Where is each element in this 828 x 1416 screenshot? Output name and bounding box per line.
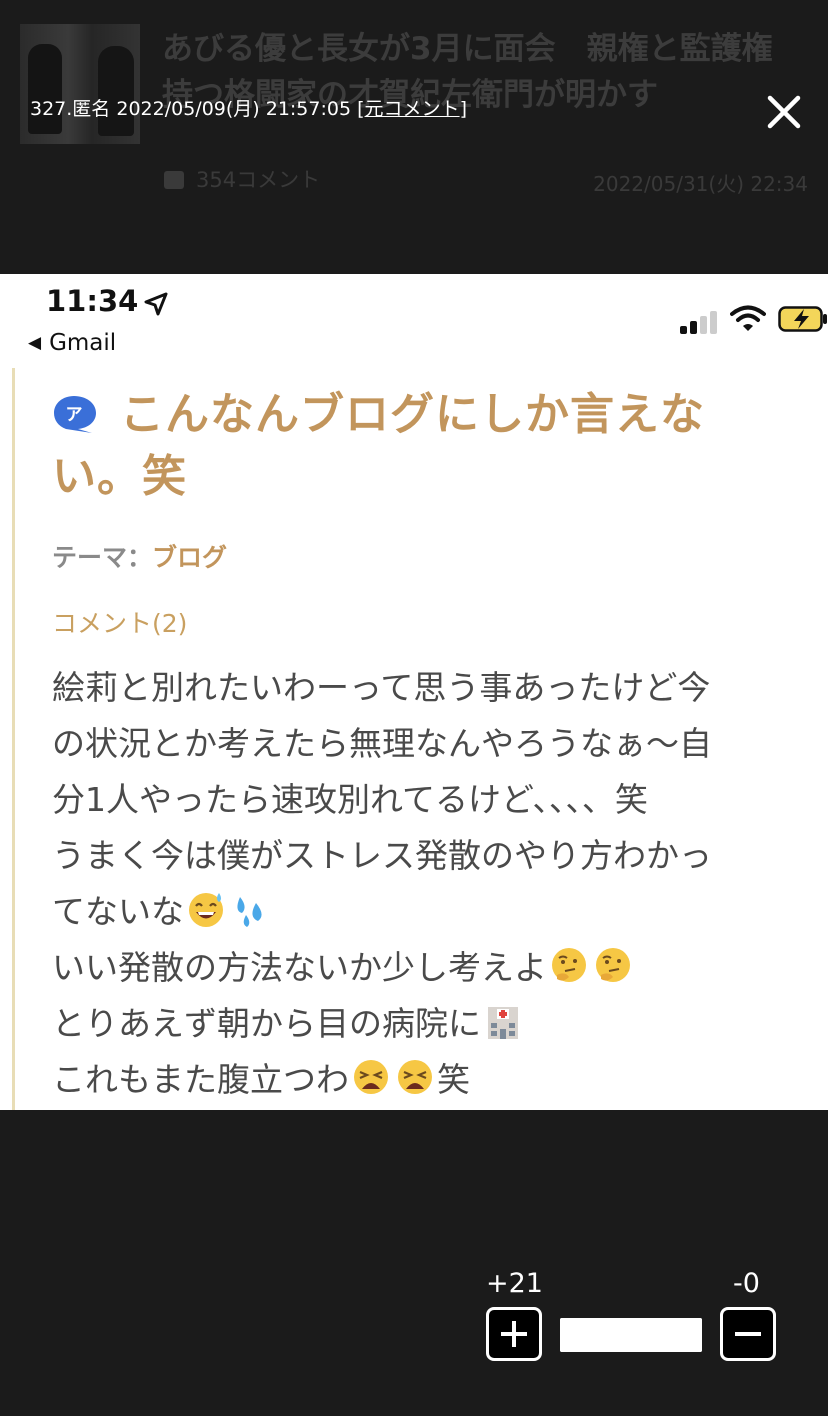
comment-meta: 327.匿名 2022/05/09(月) 21:57:05 [元コメント] xyxy=(30,94,467,121)
minus-icon xyxy=(735,1332,761,1336)
body-line-with-emoji: とりあえず朝から目の病院に xyxy=(52,996,802,1052)
comment-timestamp: 2022/05/09(月) 21:57:05 xyxy=(116,98,352,120)
theme-row: テーマ：ブログ xyxy=(52,538,227,574)
original-comment-link-wrapper: [元コメント] xyxy=(357,98,467,120)
plus-vote-count: +21 xyxy=(486,1268,543,1299)
sweat-smile-emoji-icon xyxy=(189,893,223,927)
body-line: うまく今は僕がストレス発散のやり方わかっ xyxy=(52,836,712,875)
battery-charging-icon xyxy=(778,306,827,332)
thinking-face-emoji-icon xyxy=(596,948,630,982)
status-time: 11:34 xyxy=(46,284,139,318)
sweat-droplets-emoji-icon xyxy=(237,897,262,927)
article-comment-count: 354コメント xyxy=(164,164,320,194)
wifi-icon xyxy=(730,305,766,331)
weary-face-emoji-icon xyxy=(398,1060,432,1094)
hospital-emoji-icon xyxy=(488,1007,518,1039)
minus-vote-count: -0 xyxy=(733,1268,760,1299)
blog-title: こんなんブログにしか言えない。笑 xyxy=(52,389,705,502)
comment-number-author: 327.匿名 xyxy=(30,98,111,120)
article-comment-count-label: 354コメント xyxy=(196,168,321,192)
original-comment-link[interactable]: 元コメント xyxy=(365,98,460,120)
body-line: とりあえず朝から目の病院に xyxy=(52,1004,481,1043)
body-line-with-emoji: いい発散の方法ないか少し考えよ xyxy=(52,940,802,996)
theme-label: テーマ： xyxy=(52,543,153,572)
blog-body: 絵莉と別れたいわーって思う事あったけど今 の状況とか考えたら無理なんやろうなぁ〜… xyxy=(52,660,802,1108)
body-line: これもまた腹立つわ xyxy=(52,1060,349,1099)
theme-value: ブログ xyxy=(152,543,228,572)
background-article: あびる優と長女が3月に面会 親権と監護権持つ格闘家の才賀紀左衛門が明かす 354… xyxy=(0,0,828,274)
body-line: の状況とか考えたら無理なんやろうなぁ〜自 xyxy=(52,724,712,763)
location-arrow-icon xyxy=(144,292,168,316)
body-line: 絵莉と別れたいわーって思う事あったけど今 xyxy=(52,668,711,707)
body-line-with-emoji: てないな xyxy=(52,884,802,940)
close-icon xyxy=(767,95,801,129)
back-app-label: Gmail xyxy=(49,330,117,356)
body-line: 分1人やったら速攻別れてるけど、、、、笑 xyxy=(52,780,648,819)
body-line: いい発散の方法ないか少し考えよ xyxy=(52,948,547,987)
body-line-with-emoji: これもまた腹立つわ 笑 xyxy=(52,1052,802,1108)
vote-ratio-bar xyxy=(560,1318,702,1352)
thinking-face-emoji-icon xyxy=(552,948,586,982)
back-triangle-icon: ◀ xyxy=(28,333,42,353)
back-to-gmail: ◀ Gmail xyxy=(28,330,116,356)
body-line-suffix: 笑 xyxy=(437,1060,470,1099)
plus-icon xyxy=(501,1321,527,1347)
article-date: 2022/05/31(火) 22:34 xyxy=(593,172,808,196)
vote-ratio-fill xyxy=(560,1318,702,1352)
attached-screenshot: 11:34 ◀ Gmail ア こんなんブログにしか言えない。笑 テーマ：ブログ … xyxy=(0,274,828,1110)
blog-frame-line xyxy=(12,368,15,1110)
body-line: てないな xyxy=(52,892,184,931)
article-thumbnail xyxy=(20,24,140,144)
blog-comment-link: コメント(2) xyxy=(52,609,188,638)
plus-vote-button[interactable] xyxy=(486,1307,542,1361)
comment-icon xyxy=(164,171,184,189)
close-button[interactable] xyxy=(764,92,804,132)
weary-face-emoji-icon xyxy=(354,1060,388,1094)
minus-vote-button[interactable] xyxy=(720,1307,776,1361)
